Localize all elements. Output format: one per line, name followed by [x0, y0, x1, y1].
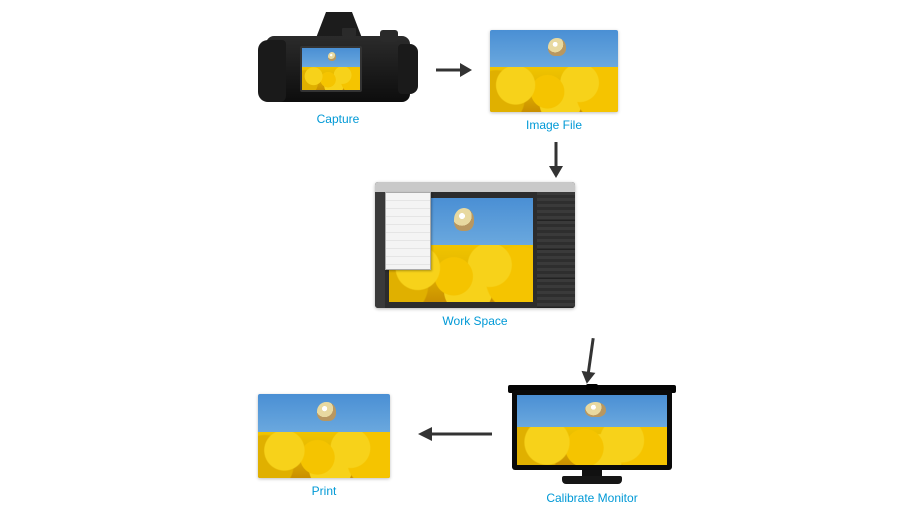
- stage-calibrate-monitor: Calibrate Monitor: [512, 390, 672, 505]
- stage-capture: Capture: [258, 6, 418, 126]
- monitor-illustration: [512, 390, 672, 485]
- arrow-down-icon: [577, 335, 604, 387]
- camera-lcd: [300, 46, 362, 92]
- camera-illustration: [258, 6, 418, 106]
- editor-panels: [537, 192, 575, 308]
- arrow-left-icon: [414, 424, 494, 444]
- stage-capture-label: Capture: [317, 112, 360, 126]
- stage-print-label: Print: [312, 484, 337, 498]
- stage-work-space-label: Work Space: [442, 314, 507, 328]
- arrow-right-icon: [434, 60, 474, 80]
- photo-editor-illustration: [375, 182, 575, 308]
- stage-image-file: Image File: [490, 30, 618, 132]
- stage-work-space: Work Space: [375, 182, 575, 328]
- stage-print: Print: [258, 394, 390, 498]
- editor-menubar: [375, 182, 575, 192]
- arrow-down-icon: [546, 140, 566, 180]
- editor-dropdown-menu: [385, 192, 431, 270]
- balloon-photo-monitor: [517, 395, 667, 465]
- editor-toolbar: [375, 192, 385, 308]
- image-file-illustration: [490, 30, 618, 112]
- stage-image-file-label: Image File: [526, 118, 582, 132]
- print-illustration: [258, 394, 390, 478]
- stage-calibrate-monitor-label: Calibrate Monitor: [546, 491, 637, 505]
- balloon-photo-thumbnail: [302, 48, 360, 90]
